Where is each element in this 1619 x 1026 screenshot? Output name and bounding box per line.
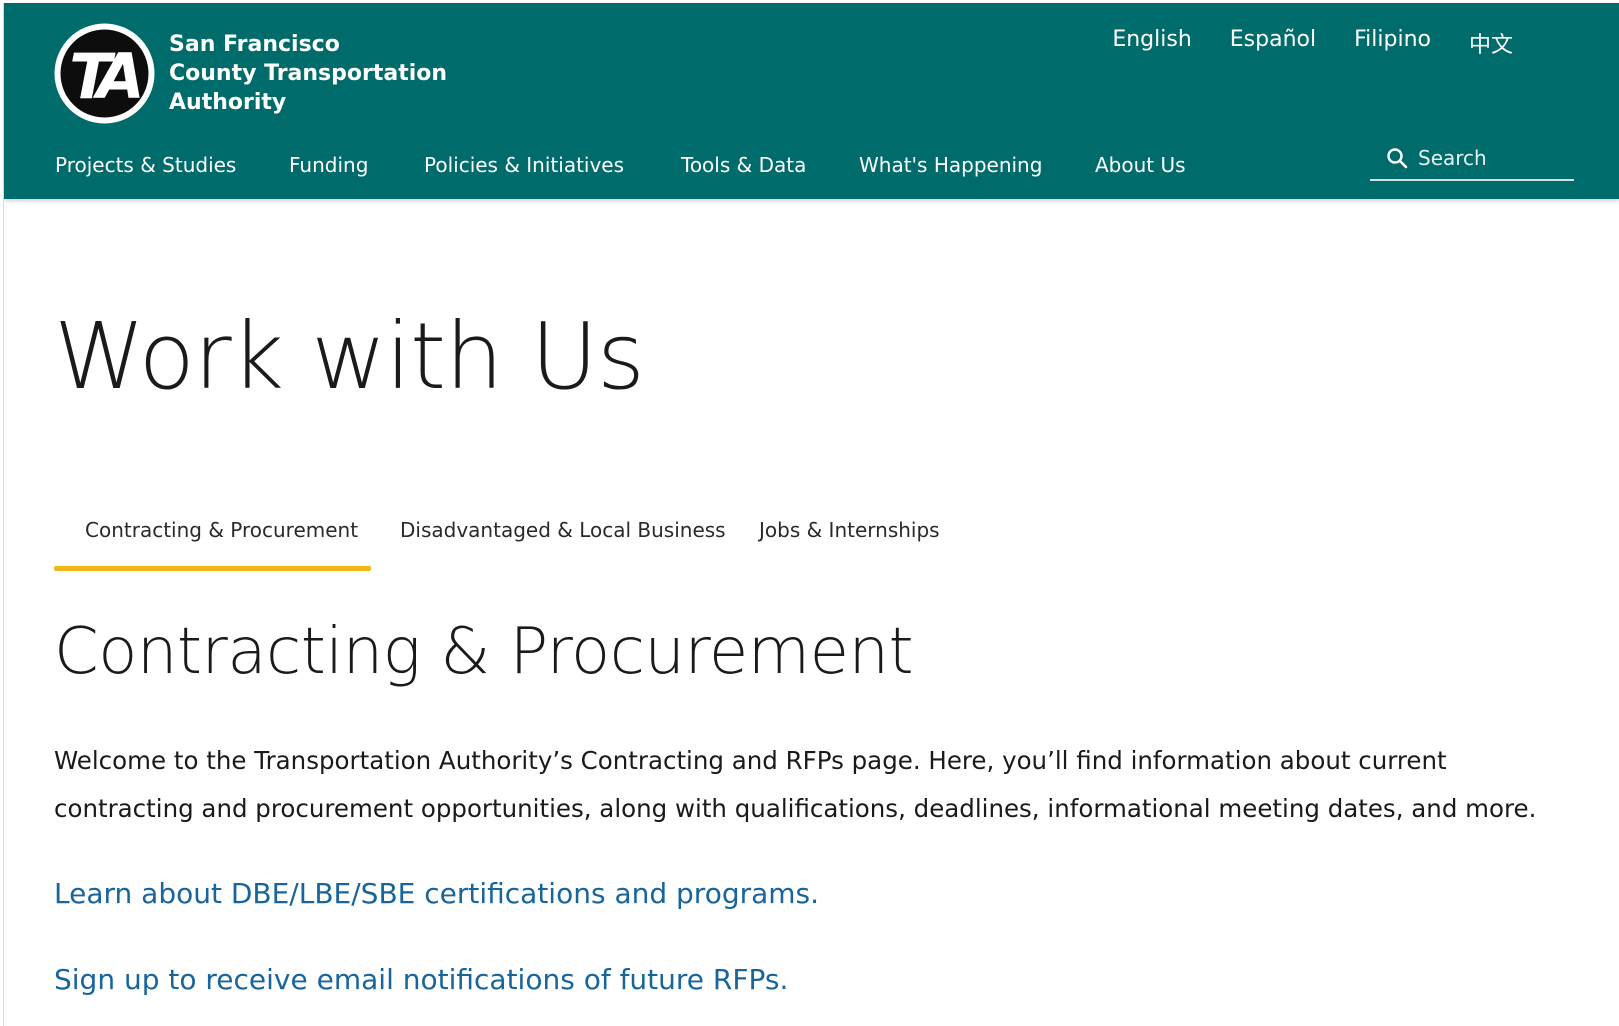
- language-espanol[interactable]: Español: [1230, 27, 1316, 59]
- nav-projects-studies[interactable]: Projects & Studies: [55, 153, 289, 177]
- tab-contracting-procurement[interactable]: Contracting & Procurement: [54, 503, 371, 571]
- language-filipino[interactable]: Filipino: [1354, 27, 1431, 59]
- rfp-email-signup-link[interactable]: Sign up to receive email notifications o…: [54, 963, 788, 996]
- org-name[interactable]: San Francisco County Transportation Auth…: [169, 30, 447, 117]
- section-tabs: Contracting & Procurement Disadvantaged …: [54, 503, 940, 571]
- nav-funding[interactable]: Funding: [289, 153, 424, 177]
- site-header: TA San Francisco County Transportation A…: [4, 3, 1619, 199]
- language-switcher: English Español Filipino 中文: [1112, 27, 1513, 59]
- org-name-line-2: County Transportation: [169, 61, 448, 86]
- page-title: Work with Us: [54, 303, 645, 410]
- search-icon[interactable]: [1384, 145, 1410, 171]
- language-english[interactable]: English: [1112, 27, 1191, 59]
- search-input[interactable]: [1418, 145, 1574, 170]
- logo-text: TA: [69, 40, 139, 113]
- intro-paragraph: Welcome to the Transportation Authority’…: [54, 746, 1537, 823]
- section-title: Contracting & Procurement: [54, 615, 914, 689]
- main-nav: Projects & Studies Funding Policies & In…: [55, 153, 1186, 177]
- nav-whats-happening[interactable]: What's Happening: [859, 153, 1095, 177]
- certifications-link[interactable]: Learn about DBE/LBE/SBE certifications a…: [54, 877, 819, 910]
- tab-disadvantaged-local-business[interactable]: Disadvantaged & Local Business: [371, 503, 749, 571]
- nav-tools-data[interactable]: Tools & Data: [681, 153, 859, 177]
- browser-page: TA San Francisco County Transportation A…: [3, 3, 1619, 1026]
- org-name-line-3: Authority: [169, 90, 287, 115]
- nav-about-us[interactable]: About Us: [1095, 153, 1186, 177]
- org-name-line-1: San Francisco: [169, 32, 340, 57]
- ta-logo-icon[interactable]: TA: [53, 22, 156, 125]
- tab-jobs-internships[interactable]: Jobs & Internships: [749, 503, 940, 571]
- search-box: [1370, 136, 1574, 181]
- nav-policies-initiatives[interactable]: Policies & Initiatives: [424, 153, 681, 177]
- language-chinese[interactable]: 中文: [1469, 27, 1513, 59]
